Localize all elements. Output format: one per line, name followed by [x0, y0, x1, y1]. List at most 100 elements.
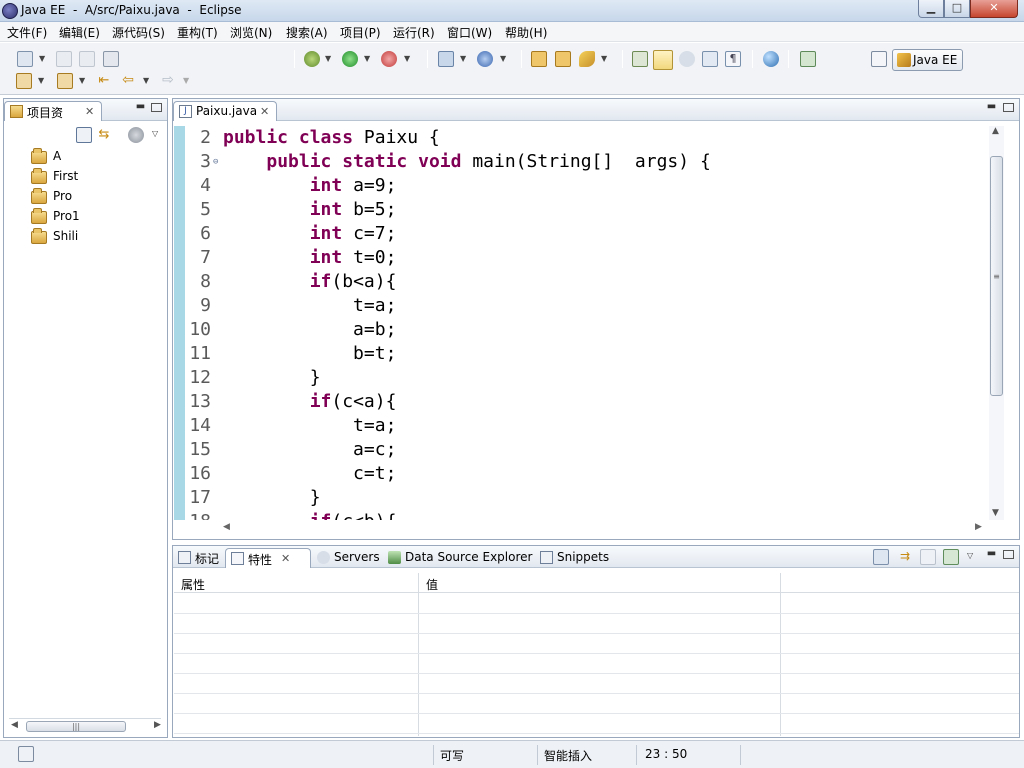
- maximize-view-icon[interactable]: [1003, 550, 1014, 559]
- open-type-icon[interactable]: [531, 51, 547, 67]
- menu-run[interactable]: 运行(R): [391, 24, 437, 41]
- new-server-dropdown-icon[interactable]: ▼: [460, 55, 467, 63]
- menu-search[interactable]: 搜索(A): [284, 24, 330, 41]
- open-perspective-icon[interactable]: [871, 51, 887, 67]
- code-line[interactable]: 4 int a=9;: [185, 174, 985, 198]
- fast-view-icon[interactable]: [18, 746, 34, 762]
- scroll-left-icon[interactable]: ◀: [223, 522, 230, 532]
- close-button[interactable]: ✕: [970, 0, 1018, 18]
- code-line[interactable]: 5 int b=5;: [185, 198, 985, 222]
- show-categories-icon[interactable]: [873, 549, 889, 565]
- code-line[interactable]: 7 int t=0;: [185, 246, 985, 270]
- back-icon[interactable]: ⇦: [120, 73, 136, 89]
- menu-file[interactable]: 文件(F): [5, 24, 49, 41]
- next-annotation-dropdown-icon[interactable]: ▼: [38, 77, 45, 85]
- code-line[interactable]: 10 a=b;: [185, 318, 985, 342]
- scroll-right-icon[interactable]: ▶: [975, 522, 982, 532]
- tab-servers[interactable]: Servers: [312, 548, 382, 568]
- search-icon[interactable]: [579, 51, 595, 67]
- tab-project-explorer[interactable]: 项目资 ✕: [4, 101, 102, 121]
- editor-hscrollbar[interactable]: ◀ ▶: [223, 522, 988, 536]
- debug-icon[interactable]: [304, 51, 320, 67]
- previous-annotation-icon[interactable]: [57, 73, 73, 89]
- new-icon[interactable]: [17, 51, 33, 67]
- next-annotation-icon[interactable]: [16, 73, 32, 89]
- show-whitespace-icon[interactable]: [702, 51, 718, 67]
- maximize-view-icon[interactable]: [151, 103, 162, 112]
- close-tab-icon[interactable]: ✕: [85, 105, 94, 118]
- back-dropdown-icon[interactable]: ▼: [143, 77, 150, 85]
- show-advanced-icon[interactable]: ⇉: [897, 549, 913, 565]
- run-external-dropdown-icon[interactable]: ▼: [404, 55, 411, 63]
- tree-item-project[interactable]: Pro: [31, 188, 72, 207]
- code-line[interactable]: 12 }: [185, 366, 985, 390]
- code-line[interactable]: 9 t=a;: [185, 294, 985, 318]
- filter-icon[interactable]: [128, 127, 144, 143]
- code-line[interactable]: 15 a=c;: [185, 438, 985, 462]
- minimize-view-icon[interactable]: ▬: [135, 102, 146, 112]
- pin-icon[interactable]: [943, 549, 959, 565]
- tree-item-project[interactable]: First: [31, 168, 78, 187]
- close-tab-icon[interactable]: ✕: [281, 552, 290, 565]
- scroll-up-icon[interactable]: ▲: [992, 126, 999, 136]
- maximize-button[interactable]: □: [944, 0, 970, 18]
- menu-window[interactable]: 窗口(W): [445, 24, 494, 41]
- tab-data-source-explorer[interactable]: Data Source Explorer: [383, 548, 533, 568]
- tab-markers[interactable]: 标记: [173, 548, 223, 568]
- link-with-editor-icon[interactable]: ⇆: [96, 127, 112, 143]
- scroll-right-icon[interactable]: ▶: [154, 720, 161, 730]
- save-all-icon[interactable]: [79, 51, 95, 67]
- save-icon[interactable]: [56, 51, 72, 67]
- scroll-left-icon[interactable]: ◀: [11, 720, 18, 730]
- new-java-class-icon[interactable]: [477, 51, 493, 67]
- pilcrow-icon[interactable]: ¶: [725, 51, 741, 67]
- code-line[interactable]: 16 c=t;: [185, 462, 985, 486]
- view-menu-icon[interactable]: ▽: [967, 552, 974, 560]
- tab-paixu-java[interactable]: J Paixu.java ✕: [173, 101, 277, 121]
- tree-item-project[interactable]: A: [31, 148, 61, 167]
- menu-help[interactable]: 帮助(H): [503, 24, 549, 41]
- code-line[interactable]: 11 b=t;: [185, 342, 985, 366]
- code-line[interactable]: 6 int c=7;: [185, 222, 985, 246]
- toggle-breadcrumb-icon[interactable]: [632, 51, 648, 67]
- editor-vscrollbar[interactable]: ▲ ≡ ▼: [989, 126, 1004, 520]
- new-server-icon[interactable]: [438, 51, 454, 67]
- menu-source[interactable]: 源代码(S): [110, 24, 167, 41]
- code-line[interactable]: 3 ⊖ public static void main(String[] args…: [185, 150, 985, 174]
- minimize-view-icon[interactable]: ▬: [986, 549, 997, 559]
- open-resource-icon[interactable]: [555, 51, 571, 67]
- java-ee-perspective-button[interactable]: Java EE: [892, 49, 963, 71]
- code-line[interactable]: 13 if(c<a){: [185, 390, 985, 414]
- code-line[interactable]: 17 }: [185, 486, 985, 510]
- column-header-value[interactable]: 值: [426, 576, 438, 593]
- run-icon[interactable]: [342, 51, 358, 67]
- fold-toggle-icon[interactable]: ⊖: [213, 150, 218, 174]
- code-line[interactable]: 18 if(c<b){: [185, 510, 985, 520]
- menu-project[interactable]: 项目(P): [338, 24, 383, 41]
- collapse-all-icon[interactable]: [76, 127, 92, 143]
- web-browser-icon[interactable]: [800, 51, 816, 67]
- run-external-icon[interactable]: [381, 51, 397, 67]
- tree-item-project[interactable]: Pro1: [31, 208, 80, 227]
- view-menu-icon[interactable]: ▽: [152, 130, 159, 138]
- debug-dropdown-icon[interactable]: ▼: [325, 55, 332, 63]
- tree-item-project[interactable]: Shili: [31, 228, 78, 247]
- new-dropdown-icon[interactable]: ▼: [39, 55, 46, 63]
- code-line[interactable]: 2 public class Paixu {: [185, 126, 985, 150]
- block-selection-icon[interactable]: [679, 51, 695, 67]
- scroll-thumb[interactable]: ≡: [990, 156, 1003, 396]
- maximize-view-icon[interactable]: [1003, 103, 1014, 112]
- close-tab-icon[interactable]: ✕: [260, 105, 269, 118]
- forward-icon[interactable]: ⇨: [160, 73, 176, 89]
- restore-default-icon[interactable]: [920, 549, 936, 565]
- code-editor[interactable]: 2 public class Paixu {3 ⊖ public static vo…: [185, 126, 988, 520]
- minimize-button[interactable]: ▁: [918, 0, 944, 18]
- new-java-class-dropdown-icon[interactable]: ▼: [500, 55, 507, 63]
- column-header-property[interactable]: 属性: [181, 576, 205, 593]
- scroll-thumb[interactable]: |||: [26, 721, 126, 732]
- project-explorer-hscrollbar[interactable]: ◀ ||| ▶: [9, 718, 161, 733]
- tab-snippets[interactable]: Snippets: [535, 548, 611, 568]
- minimize-view-icon[interactable]: ▬: [986, 102, 997, 112]
- last-edit-icon[interactable]: ⇤: [96, 73, 112, 89]
- tab-properties[interactable]: 特性 ✕: [225, 548, 311, 568]
